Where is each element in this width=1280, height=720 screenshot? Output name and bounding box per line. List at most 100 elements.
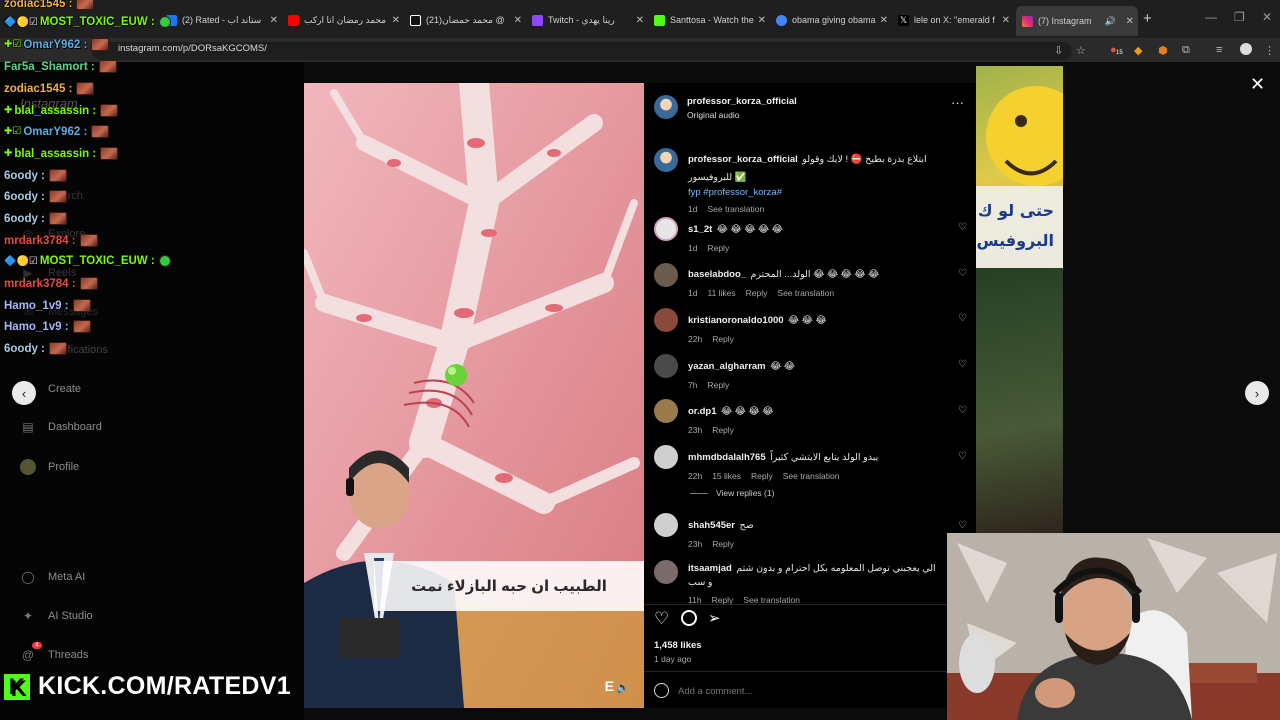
browser-tab[interactable]: obama giving obama ✕ xyxy=(770,8,892,32)
emote-icon xyxy=(79,234,98,247)
twitch-favicon-icon xyxy=(532,14,543,26)
commenter-avatar[interactable] xyxy=(654,560,678,584)
commenter-avatar[interactable] xyxy=(654,354,678,378)
chat-message: Far5a_Shamort : xyxy=(4,60,117,73)
reply-button[interactable]: Reply xyxy=(751,471,773,481)
close-modal-icon[interactable]: ✕ xyxy=(1250,74,1265,95)
close-tab-icon[interactable]: ✕ xyxy=(636,15,644,26)
commenter-avatar[interactable] xyxy=(654,399,678,423)
emote-icon xyxy=(79,277,98,290)
minimize-icon[interactable]: — xyxy=(1205,10,1217,24)
browser-tab-active[interactable]: (7) Instagram 🔊 ✕ xyxy=(1016,6,1138,36)
see-translation-link[interactable]: See translation xyxy=(777,288,834,298)
close-tab-icon[interactable]: ✕ xyxy=(270,15,278,26)
reply-button[interactable]: Reply xyxy=(707,243,729,253)
like-comment-icon[interactable]: ♡ xyxy=(958,313,967,324)
browser-tab[interactable]: Santtosa - Watch the ✕ xyxy=(648,8,770,32)
mute-toggle-icon[interactable]: 🔈 xyxy=(616,681,630,694)
profile-avatar-icon[interactable] xyxy=(1240,43,1252,55)
like-comment-icon[interactable]: ♡ xyxy=(958,520,967,531)
caption-hashtags[interactable]: fyp #professor_korza# xyxy=(688,187,963,198)
extensions-puzzle-icon[interactable]: ⧉ xyxy=(1182,44,1190,57)
post-audio[interactable]: Original audio xyxy=(687,110,797,120)
comment-icon[interactable] xyxy=(681,610,697,626)
chat-message: ✚ blal_assassin : xyxy=(4,104,119,117)
commenter-avatar[interactable] xyxy=(654,217,678,241)
close-tab-icon[interactable]: ✕ xyxy=(1002,15,1010,26)
commenter-avatar[interactable] xyxy=(654,513,678,537)
tiktok-favicon-icon xyxy=(410,14,421,26)
close-tab-icon[interactable]: ✕ xyxy=(880,15,888,26)
install-app-icon[interactable]: ⇩ xyxy=(1054,44,1063,57)
like-comment-icon[interactable]: ♡ xyxy=(958,222,967,233)
browser-tab[interactable]: محمد رمضان انا اركب ✕ xyxy=(282,8,404,32)
like-comment-icon[interactable]: ♡ xyxy=(958,359,967,370)
like-comment-icon[interactable]: ♡ xyxy=(958,268,967,279)
maximize-icon[interactable]: ❐ xyxy=(1234,10,1245,24)
caption-author[interactable]: professor_korza_official xyxy=(688,154,798,165)
sidebar-item-meta-ai[interactable]: ◯ Meta AI xyxy=(20,570,85,584)
see-translation-link[interactable]: See translation xyxy=(783,471,840,481)
see-translation-link[interactable]: See translation xyxy=(707,204,764,214)
likes-count[interactable]: 1,458 likes xyxy=(654,640,702,651)
reply-button[interactable]: Reply xyxy=(746,288,768,298)
sidebar-item-threads[interactable]: @ Threads 4 xyxy=(20,642,88,662)
sidebar-item-dashboard[interactable]: ▤ Dashboard xyxy=(20,420,102,434)
commenter-avatar[interactable] xyxy=(654,445,678,469)
emoji-icon[interactable] xyxy=(654,683,669,698)
close-tab-icon[interactable]: ✕ xyxy=(514,15,522,26)
browser-tab[interactable]: Twitch - رينا يهدي ✕ xyxy=(526,8,648,32)
more-options-icon[interactable]: ··· xyxy=(951,95,964,110)
webcam-scene-art xyxy=(947,533,1280,720)
extension-icon[interactable]: ◆ xyxy=(1134,44,1142,57)
close-tab-icon[interactable]: ✕ xyxy=(1126,16,1134,27)
bookmark-star-icon[interactable]: ☆ xyxy=(1076,44,1086,57)
badge-icon: ✚☑ xyxy=(4,39,22,50)
extension-icon[interactable]: ⬢ xyxy=(1158,44,1168,57)
chat-message: mrdark3784 : xyxy=(4,234,98,247)
previous-post-button[interactable]: ‹ xyxy=(12,381,36,405)
close-window-icon[interactable]: ✕ xyxy=(1262,10,1272,24)
reply-button[interactable]: Reply xyxy=(712,425,734,435)
emoji-thumbnail-art: حتى لو ك البروفيس xyxy=(976,86,1086,268)
reply-button[interactable]: Reply xyxy=(712,539,734,549)
reel-video[interactable]: الطبيب ان حبه البازلاء نمت 🔈 E xyxy=(304,83,644,708)
like-comment-icon[interactable]: ♡ xyxy=(958,405,967,416)
browser-tab-bar: (2) Rated - ستاند اب ✕ محمد رمضان انا ارك… xyxy=(0,0,1280,38)
instagram-favicon-icon xyxy=(1022,15,1033,27)
commenter-avatar[interactable] xyxy=(654,308,678,332)
commenter-avatar[interactable] xyxy=(654,263,678,287)
kick-logo-icon: K xyxy=(4,673,30,700)
close-tab-icon[interactable]: ✕ xyxy=(758,15,766,26)
author-avatar[interactable] xyxy=(654,95,678,119)
sidebar-item-profile[interactable]: Profile xyxy=(20,459,79,475)
browser-tab[interactable]: (2) Rated - ستاند اب ✕ xyxy=(160,8,282,32)
x-favicon-icon: 𝕏 xyxy=(898,14,909,26)
reply-button[interactable]: Reply xyxy=(707,380,729,390)
browser-tab[interactable]: (21)محمد حمضان @ ✕ xyxy=(404,8,526,32)
speaker-icon[interactable]: 🔊 xyxy=(1105,16,1116,27)
sidebar-item-ai-studio[interactable]: ✦ AI Studio xyxy=(20,609,93,623)
emote-icon xyxy=(48,169,67,182)
browser-tab[interactable]: 𝕏lele on X: "emerald f ✕ xyxy=(892,8,1014,32)
menu-kebab-icon[interactable]: ⋮ xyxy=(1264,44,1275,57)
background-thumbnail: حتى لو ك البروفيس xyxy=(976,66,1086,268)
next-post-button[interactable]: › xyxy=(1245,381,1269,405)
threads-badge: 4 xyxy=(32,642,42,649)
post-author[interactable]: professor_korza_official xyxy=(687,96,797,107)
like-comment-icon[interactable]: ♡ xyxy=(958,451,967,462)
new-tab-button[interactable]: + xyxy=(1143,10,1152,27)
like-icon[interactable]: ♡ xyxy=(654,609,669,629)
share-icon[interactable]: ➢ xyxy=(708,609,721,627)
caption-author-avatar[interactable] xyxy=(654,148,678,172)
meta-ai-icon: ◯ xyxy=(21,570,35,584)
reply-button[interactable]: Reply xyxy=(712,334,734,344)
url-text[interactable]: instagram.com/p/DORsaKGCOMS/ xyxy=(118,43,267,54)
close-tab-icon[interactable]: ✕ xyxy=(392,15,400,26)
media-control-icon[interactable]: ≡ xyxy=(1216,44,1222,56)
view-replies-button[interactable]: View replies (1) xyxy=(690,488,774,498)
left-pane: Instagram ⌕Search ◎Explore ▶Reels ✉Messa… xyxy=(0,62,304,720)
kick-banner: K KICK.COM/RATEDV1 xyxy=(4,672,291,701)
add-comment-input[interactable] xyxy=(678,682,958,700)
chat-message: mrdark3784 : xyxy=(4,277,98,290)
